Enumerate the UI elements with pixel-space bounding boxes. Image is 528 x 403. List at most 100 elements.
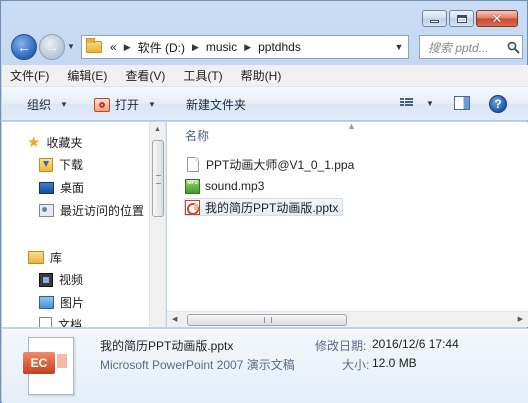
command-bar: 组织 ▼ 打开 ▼ 新建文件夹 ▼ ? <box>2 87 528 121</box>
nav-libraries-label: 库 <box>50 251 63 265</box>
menu-edit[interactable]: 编辑(E) <box>67 67 107 84</box>
scroll-up-icon[interactable]: ▲ <box>154 126 161 133</box>
scroll-thumb[interactable] <box>152 140 164 217</box>
nav-favorites[interactable]: ★ 收藏夹 <box>27 134 82 151</box>
file-list: 名称 ▲ PPT动画大师@V1_0_1.ppa MP3 sound.mp3 我的… <box>167 122 528 327</box>
details-modified-label: 修改日期: <box>315 339 367 353</box>
chevron-down-icon: ▼ <box>148 100 156 109</box>
view-options-icon[interactable] <box>400 98 413 106</box>
forward-button[interactable]: → <box>39 34 65 60</box>
nav-item-label: 下载 <box>59 158 84 172</box>
caption-buttons: ✕ <box>422 10 518 27</box>
desktop-icon <box>39 181 54 194</box>
breadcrumb-drive[interactable]: 软件 (D:) <box>138 39 185 56</box>
file-name: 我的简历PPT动画版.pptx <box>205 200 339 215</box>
organize-label: 组织 <box>27 98 52 112</box>
breadcrumb: « ▶ 软件 (D:) ▶ music ▶ pptdhds <box>110 39 390 56</box>
chevron-right-icon[interactable]: ▶ <box>244 42 251 53</box>
maximize-icon <box>456 14 467 23</box>
menu-help[interactable]: 帮助(H) <box>241 67 282 84</box>
file-item-selected[interactable]: 我的简历PPT动画版.pptx <box>184 198 344 216</box>
close-button[interactable]: ✕ <box>476 10 518 27</box>
help-icon[interactable]: ? <box>489 95 507 113</box>
nav-item-documents[interactable]: 文档 <box>39 316 82 327</box>
chevron-right-icon[interactable]: ▶ <box>124 42 131 53</box>
minimize-button[interactable] <box>422 10 447 27</box>
file-name: PPT动画大师@V1_0_1.ppa <box>206 157 355 172</box>
picture-icon <box>39 296 54 309</box>
library-icon <box>28 251 44 264</box>
preview-pane-icon[interactable] <box>454 96 470 110</box>
search-box[interactable]: 搜索 pptd... <box>419 35 523 59</box>
search-icon[interactable] <box>504 41 522 54</box>
powerpoint-icon <box>94 97 110 112</box>
details-file-type: Microsoft PowerPoint 2007 演示文稿 <box>100 358 295 372</box>
close-icon: ✕ <box>491 11 503 26</box>
maximize-button[interactable] <box>449 10 474 27</box>
column-header-name[interactable]: 名称 <box>185 127 209 144</box>
navigation-bar: ← → ▼ « ▶ 软件 (D:) ▶ music ▶ pptdhds ▼ 搜索… <box>9 32 523 62</box>
nav-pane-scrollbar[interactable]: ▲ <box>149 122 165 327</box>
horizontal-scrollbar[interactable]: ◀ ▶ <box>167 311 528 327</box>
video-icon <box>39 272 53 287</box>
chevron-down-icon: ▼ <box>60 100 68 109</box>
file-name: sound.mp3 <box>205 179 265 193</box>
organize-button[interactable]: 组织 ▼ <box>27 96 68 113</box>
document-icon <box>187 156 199 172</box>
menu-bar: 文件(F) 编辑(E) 查看(V) 工具(T) 帮助(H) <box>2 65 528 87</box>
nav-item-label: 文档 <box>58 318 83 327</box>
address-bar[interactable]: « ▶ 软件 (D:) ▶ music ▶ pptdhds ▼ <box>81 35 409 59</box>
nav-item-label: 最近访问的位置 <box>60 204 145 218</box>
navigation-pane: ★ 收藏夹 下载 桌面 最近访问的位置 库 视频 图片 文档 ▲ <box>2 122 166 327</box>
nav-item-recent[interactable]: 最近访问的位置 <box>39 202 144 219</box>
details-pane: EC 我的简历PPT动画版.pptx Microsoft PowerPoint … <box>2 328 528 403</box>
details-modified-value: 2016/12/6 17:44 <box>372 337 459 351</box>
nav-item-label: 图片 <box>60 296 85 310</box>
minimize-icon <box>430 20 439 23</box>
nav-item-label: 视频 <box>59 273 84 287</box>
scroll-thumb[interactable] <box>187 314 347 326</box>
explorer-window: ✕ ← → ▼ « ▶ 软件 (D:) ▶ music ▶ pptdhds ▼ <box>0 0 528 403</box>
search-input[interactable]: 搜索 pptd... <box>428 39 504 56</box>
breadcrumb-music[interactable]: music <box>206 40 237 54</box>
arrow-right-icon: → <box>45 39 59 55</box>
mp3-icon: MP3 <box>185 178 200 194</box>
menu-view[interactable]: 查看(V) <box>125 67 165 84</box>
open-label: 打开 <box>115 98 140 112</box>
menu-tools[interactable]: 工具(T) <box>183 67 222 84</box>
file-item[interactable]: MP3 sound.mp3 <box>185 177 268 195</box>
new-folder-button[interactable]: 新建文件夹 <box>186 96 246 113</box>
nav-item-downloads[interactable]: 下载 <box>39 156 83 173</box>
download-icon <box>39 157 53 172</box>
nav-item-label: 桌面 <box>60 181 85 195</box>
chevron-right-icon[interactable]: ▶ <box>192 42 199 53</box>
menu-file[interactable]: 文件(F) <box>10 67 49 84</box>
folder-icon <box>86 38 102 53</box>
star-icon: ★ <box>27 134 41 151</box>
breadcrumb-pptdhds[interactable]: pptdhds <box>258 40 301 54</box>
open-button[interactable]: 打开 ▼ <box>94 96 156 113</box>
recent-places-icon <box>39 204 54 217</box>
sort-ascending-icon: ▲ <box>347 122 356 131</box>
nav-item-videos[interactable]: 视频 <box>39 271 83 288</box>
nav-item-pictures[interactable]: 图片 <box>39 294 84 311</box>
pptx-icon <box>185 199 200 215</box>
details-size-label: 大小: <box>342 358 370 372</box>
nav-favorites-label: 收藏夹 <box>46 136 83 150</box>
recent-pages-dropdown[interactable]: ▼ <box>67 42 75 51</box>
view-dropdown-icon[interactable]: ▼ <box>426 99 434 108</box>
slide-thumbnail <box>57 354 67 368</box>
nav-libraries[interactable]: 库 <box>28 249 62 266</box>
back-button[interactable]: ← <box>11 34 37 60</box>
breadcrumb-overflow[interactable]: « <box>110 40 117 54</box>
pptx-badge: EC <box>23 352 55 374</box>
scroll-left-icon[interactable]: ◀ <box>172 315 177 323</box>
file-item[interactable]: PPT动画大师@V1_0_1.ppa <box>185 155 358 173</box>
arrow-left-icon: ← <box>17 39 31 55</box>
nav-item-desktop[interactable]: 桌面 <box>39 179 84 196</box>
documents-icon <box>39 317 52 327</box>
details-size-value: 12.0 MB <box>372 356 417 370</box>
address-dropdown-icon[interactable]: ▼ <box>390 42 408 52</box>
scroll-right-icon[interactable]: ▶ <box>518 315 523 323</box>
new-folder-label: 新建文件夹 <box>186 98 247 112</box>
